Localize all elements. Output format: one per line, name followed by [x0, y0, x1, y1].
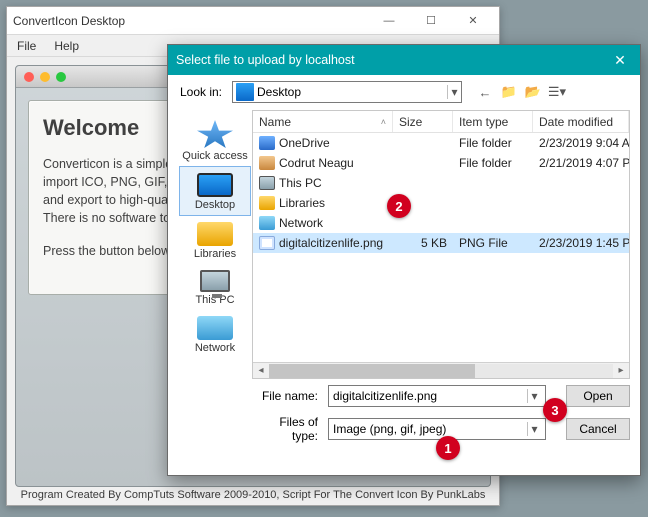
dialog-close-icon[interactable]: ✕ — [608, 52, 632, 69]
up-folder-icon[interactable]: 📁 — [500, 83, 518, 101]
monitor-icon — [197, 173, 233, 197]
column-headers: Name˄ Size Item type Date modified — [253, 111, 629, 133]
file-type-value: Image (png, gif, jpeg) — [333, 422, 446, 436]
look-in-value: Desktop — [257, 85, 301, 99]
places-bar: Quick access Desktop Libraries This PC N… — [178, 110, 252, 379]
dialog-toolbar: ← 📁 📂 ☰▾ — [476, 83, 566, 101]
place-quick-access[interactable]: Quick access — [179, 114, 251, 166]
list-item-selected[interactable]: digitalcitizenlife.png5 KBPNG File2/23/2… — [253, 233, 629, 253]
place-libraries[interactable]: Libraries — [179, 216, 251, 264]
dialog-title: Select file to upload by localhost — [176, 53, 355, 67]
col-type[interactable]: Item type — [453, 111, 533, 132]
pc-icon — [200, 270, 230, 292]
callout-1: 1 — [436, 436, 460, 460]
scroll-right-icon[interactable]: ▸ — [613, 364, 629, 378]
sort-asc-icon: ˄ — [381, 117, 386, 127]
chevron-down-icon[interactable]: ▾ — [447, 85, 461, 99]
list-item[interactable]: Network — [253, 213, 629, 233]
file-name-label: File name: — [252, 389, 322, 403]
place-desktop[interactable]: Desktop — [179, 166, 251, 216]
close-dot-icon[interactable] — [24, 72, 34, 82]
network-icon — [197, 316, 233, 340]
maximize-button[interactable]: ☐ — [411, 11, 451, 31]
scroll-thumb[interactable] — [269, 364, 475, 378]
libraries-icon — [259, 196, 275, 210]
list-item[interactable]: Libraries — [253, 193, 629, 213]
view-menu-icon[interactable]: ☰▾ — [548, 83, 566, 101]
col-size[interactable]: Size — [393, 111, 453, 132]
minimize-dot-icon[interactable] — [40, 72, 50, 82]
chevron-down-icon[interactable]: ▾ — [527, 389, 541, 403]
look-in-label: Look in: — [178, 85, 226, 99]
image-file-icon — [259, 236, 275, 250]
look-in-combo[interactable]: Desktop ▾ — [232, 81, 462, 103]
col-date[interactable]: Date modified — [533, 111, 629, 132]
chevron-down-icon[interactable]: ▾ — [527, 422, 541, 436]
place-label: Desktop — [195, 199, 235, 211]
place-label: Libraries — [194, 248, 236, 260]
horizontal-scrollbar[interactable]: ◂ ▸ — [253, 362, 629, 378]
window-buttons: — ☐ ✕ — [369, 11, 493, 31]
app-footer: Program Created By CompTuts Software 200… — [7, 489, 499, 501]
user-icon — [259, 156, 275, 170]
new-folder-icon[interactable]: 📂 — [524, 83, 542, 101]
scroll-track[interactable] — [269, 364, 613, 378]
desktop-icon — [236, 83, 254, 101]
file-name-input[interactable]: digitalcitizenlife.png ▾ — [328, 385, 546, 407]
close-button[interactable]: ✕ — [453, 11, 493, 31]
network-icon — [259, 216, 275, 230]
file-name-value: digitalcitizenlife.png — [333, 389, 437, 403]
file-type-label: Files of type: — [252, 415, 322, 443]
list-item[interactable]: Codrut NeaguFile folder2/21/2019 4:07 P — [253, 153, 629, 173]
menu-help[interactable]: Help — [54, 39, 79, 53]
place-network[interactable]: Network — [179, 310, 251, 358]
file-type-select[interactable]: Image (png, gif, jpeg) ▾ — [328, 418, 546, 440]
place-label: Quick access — [182, 150, 247, 162]
file-list[interactable]: Name˄ Size Item type Date modified OneDr… — [252, 110, 630, 379]
dialog-titlebar[interactable]: Select file to upload by localhost ✕ — [168, 45, 640, 75]
onedrive-icon — [259, 136, 275, 150]
app-titlebar[interactable]: ConvertIcon Desktop — ☐ ✕ — [7, 7, 499, 35]
back-icon[interactable]: ← — [476, 83, 494, 101]
list-item[interactable]: This PC — [253, 173, 629, 193]
open-button[interactable]: Open — [566, 385, 630, 407]
cancel-button[interactable]: Cancel — [566, 418, 630, 440]
zoom-dot-icon[interactable] — [56, 72, 66, 82]
place-label: Network — [195, 342, 235, 354]
minimize-button[interactable]: — — [369, 11, 409, 31]
star-icon — [197, 120, 233, 148]
scroll-left-icon[interactable]: ◂ — [253, 364, 269, 378]
app-title: ConvertIcon Desktop — [13, 14, 125, 28]
menu-file[interactable]: File — [17, 39, 36, 53]
callout-2: 2 — [387, 194, 411, 218]
callout-3: 3 — [543, 398, 567, 422]
place-this-pc[interactable]: This PC — [179, 264, 251, 310]
pc-icon — [259, 176, 275, 190]
folder-icon — [197, 222, 233, 246]
col-name[interactable]: Name˄ — [253, 111, 393, 132]
list-item[interactable]: OneDriveFile folder2/23/2019 9:04 A — [253, 133, 629, 153]
file-dialog: Select file to upload by localhost ✕ Loo… — [167, 44, 641, 476]
